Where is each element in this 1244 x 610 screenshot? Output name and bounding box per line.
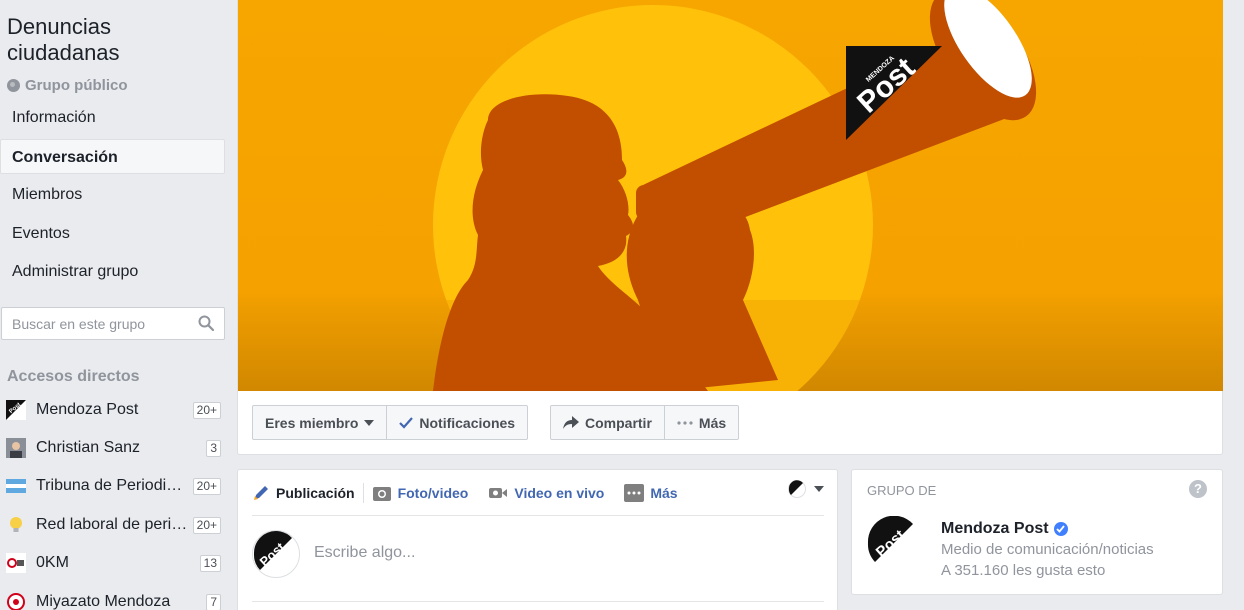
globe-icon [7, 79, 20, 92]
shortcut-mendoza-post[interactable]: Post Mendoza Post 20+ [6, 395, 221, 425]
share-arrow-icon [563, 416, 579, 429]
shortcut-count-badge: 20+ [192, 401, 221, 419]
cover-illustration: Post MENDOZA [238, 0, 1223, 391]
mendoza-post-logo-icon [788, 480, 806, 498]
tab-mas[interactable]: Más [624, 470, 678, 516]
group-search [1, 307, 225, 340]
share-button-label: Compartir [585, 414, 652, 431]
chevron-down-icon [814, 486, 824, 492]
mendoza-post-avatar: Post [252, 530, 300, 578]
shortcut-count-badge: 3 [206, 439, 221, 457]
group-title[interactable]: Denuncias ciudadanas [7, 14, 207, 66]
composer-tabs: Publicación Foto/video Video en vivo Más [252, 470, 824, 516]
miyazato-logo-icon [7, 593, 25, 610]
tribuna-logo-icon [6, 479, 26, 493]
tab-publicacion[interactable]: Publicación [252, 470, 355, 516]
shortcut-red-laboral[interactable]: Red laboral de periodistas 20+ [6, 510, 221, 540]
left-sidebar: Denuncias ciudadanas Grupo público Infor… [0, 0, 232, 610]
camera-icon [372, 486, 391, 501]
tab-label: Foto/video [397, 484, 469, 501]
shortcut-label: 0KM [36, 554, 69, 571]
shortcut-tribuna-de-periodistas[interactable]: Tribuna de Periodistas 20+ [6, 471, 221, 501]
cover-photo[interactable]: Post MENDOZA [238, 0, 1223, 391]
owner-page-name[interactable]: Mendoza Post [941, 520, 1068, 538]
group-privacy: Grupo público [7, 77, 128, 94]
live-video-icon [489, 487, 508, 498]
shortcut-count-badge: 13 [199, 554, 221, 572]
chevron-down-icon [364, 419, 375, 426]
group-owner-header: GRUPO DE [867, 483, 937, 498]
nav-item-miembros[interactable]: Miembros [0, 177, 225, 212]
nav-item-informacion[interactable]: Información [0, 100, 225, 135]
membership-actions: Eres miembro Notificaciones [252, 405, 529, 440]
shortcut-miyazato-mendoza[interactable]: Miyazato Mendoza 7 [6, 587, 221, 610]
owner-page-likes: A 351.160 les gusta esto [941, 562, 1106, 579]
notifications-button-label: Notificaciones [419, 414, 516, 431]
notifications-button[interactable]: Notificaciones [387, 405, 529, 440]
shortcut-label: Christian Sanz [36, 439, 141, 456]
tab-foto-video[interactable]: Foto/video [372, 470, 469, 516]
group-privacy-label: Grupo público [25, 77, 128, 94]
more-button[interactable]: Más [664, 405, 740, 440]
composer-divider [252, 601, 824, 602]
group-search-input[interactable] [12, 316, 192, 332]
mendoza-post-logo-icon: Post [6, 400, 26, 420]
shortcut-label: Mendoza Post [36, 401, 139, 418]
tab-divider [362, 482, 364, 503]
lightbulb-icon [10, 517, 22, 532]
shortcut-label: Miyazato Mendoza [36, 593, 171, 610]
nav-item-eventos[interactable]: Eventos [0, 216, 225, 251]
mendoza-post-logo[interactable]: Post [867, 516, 921, 570]
profile-photo-icon [6, 438, 26, 458]
share-button[interactable]: Compartir [550, 405, 665, 440]
more-dots-icon [624, 483, 645, 502]
tab-label: Más [650, 484, 678, 501]
shortcut-count-badge: 7 [206, 593, 221, 610]
verified-badge-icon [1053, 522, 1068, 536]
search-icon[interactable] [198, 315, 214, 331]
group-cover-card: Post MENDOZA Eres miembro Notificaciones… [237, 0, 1223, 455]
more-dots-icon [677, 420, 693, 425]
okm-logo-icon [6, 553, 26, 573]
shortcuts-title: Accesos directos [7, 368, 140, 385]
composer-input[interactable] [314, 544, 714, 562]
tab-label: Video en vivo [514, 484, 605, 501]
pencil-icon [254, 485, 268, 500]
nav-item-conversacion[interactable]: Conversación [0, 139, 225, 174]
shortcut-0km[interactable]: 0KM 13 [6, 548, 221, 578]
group-owner-card: GRUPO DE ? Post Mendoza Post Medio de co… [851, 469, 1223, 595]
share-actions: Compartir Más [550, 405, 740, 440]
checkmark-icon [399, 416, 414, 429]
more-button-label: Más [698, 414, 727, 431]
tab-label: Publicación [276, 484, 355, 501]
shortcut-label: Tribuna de Periodistas [36, 477, 189, 494]
owner-page-category: Medio de comunicación/noticias [941, 541, 1154, 558]
owner-page-name-label: Mendoza Post [941, 520, 1049, 537]
post-as-selector[interactable] [788, 480, 824, 498]
help-icon[interactable]: ? [1189, 480, 1207, 498]
shortcut-count-badge: 20+ [192, 477, 221, 495]
post-composer: Publicación Foto/video Video en vivo Más [237, 469, 838, 610]
shortcut-label: Red laboral de periodistas [36, 516, 189, 533]
member-button-label: Eres miembro [265, 414, 359, 431]
shortcut-christian-sanz[interactable]: Christian Sanz 3 [6, 433, 221, 463]
tab-video-en-vivo[interactable]: Video en vivo [488, 470, 604, 516]
member-button[interactable]: Eres miembro [252, 405, 388, 440]
nav-item-administrar-grupo[interactable]: Administrar grupo [0, 254, 225, 289]
shortcut-count-badge: 20+ [192, 516, 221, 534]
